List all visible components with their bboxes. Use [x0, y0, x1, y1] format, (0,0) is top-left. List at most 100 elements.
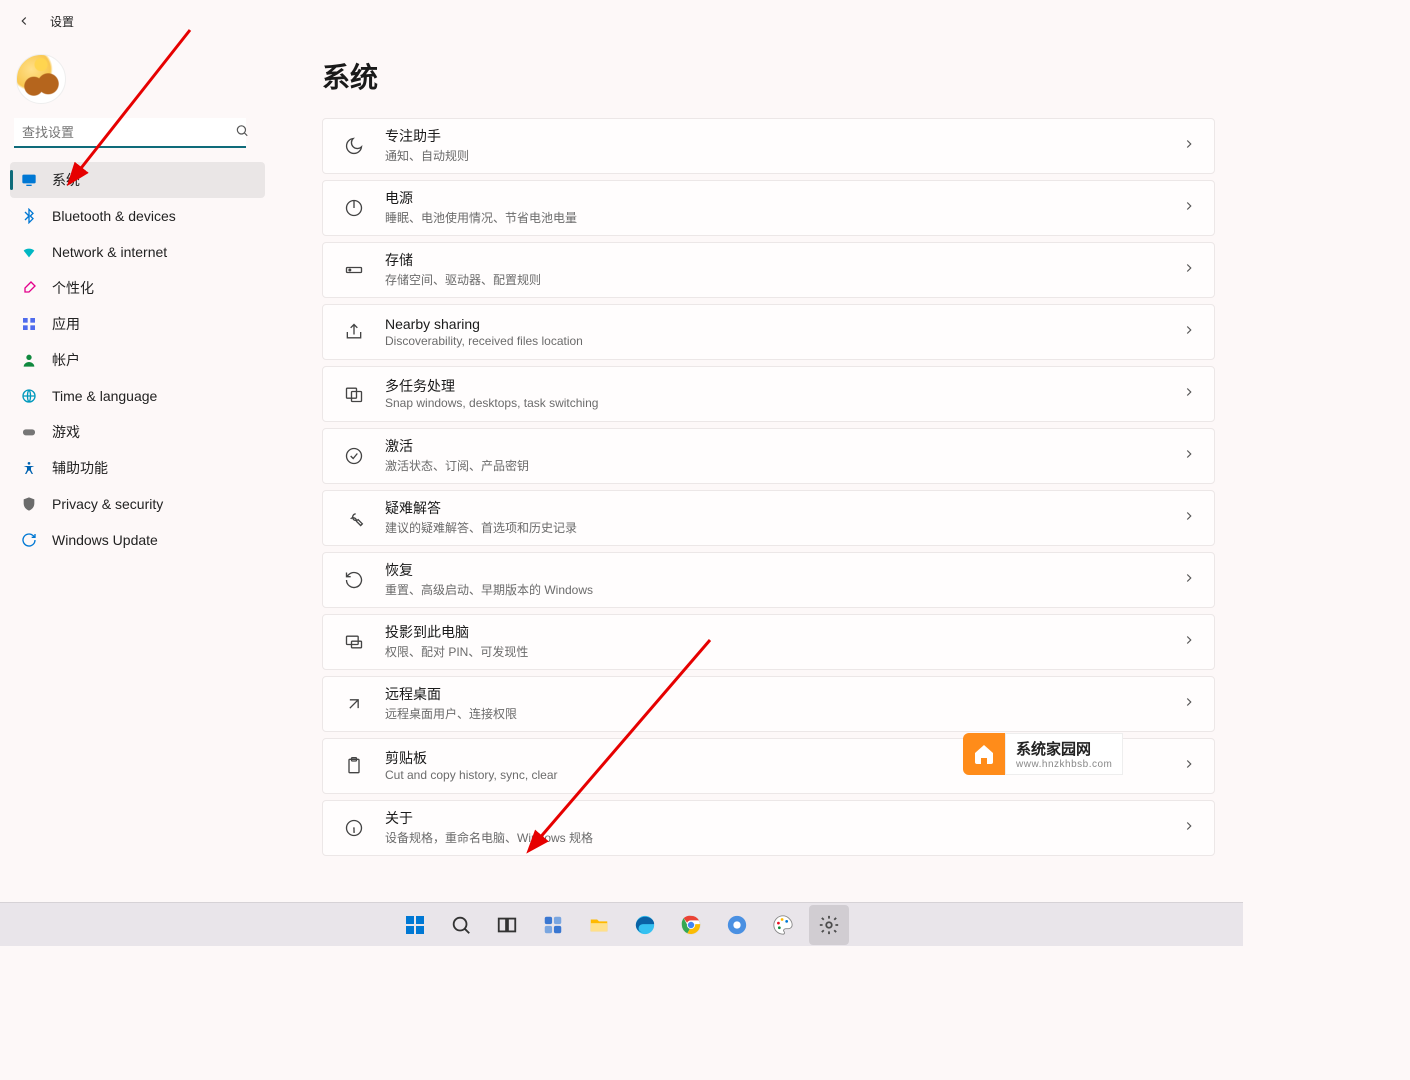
sidebar-item-1[interactable]: Bluetooth & devices: [10, 198, 265, 234]
settings-card-1[interactable]: 电源睡眠、电池使用情况、节省电池电量: [322, 180, 1215, 236]
sidebar-item-label: 游戏: [52, 422, 80, 442]
card-subtitle: Discoverability, received files location: [385, 334, 1182, 348]
sidebar-item-6[interactable]: Time & language: [10, 378, 265, 414]
card-title: 存储: [385, 252, 1182, 269]
chevron-right-icon: [1182, 385, 1196, 404]
settings-card-4[interactable]: 多任务处理Snap windows, desktops, task switch…: [322, 366, 1215, 422]
sidebar-item-label: Network & internet: [52, 244, 167, 260]
settings-card-9[interactable]: 远程桌面远程桌面用户、连接权限: [322, 676, 1215, 732]
sidebar-item-2[interactable]: Network & internet: [10, 234, 265, 270]
sidebar-item-label: Time & language: [52, 388, 157, 404]
chevron-right-icon: [1182, 323, 1196, 342]
sidebar-item-0[interactable]: 系统: [10, 162, 265, 198]
recovery-icon: [341, 570, 367, 590]
info-icon: [341, 818, 367, 838]
card-subtitle: 重置、高级启动、早期版本的 Windows: [385, 581, 1182, 598]
accessibility-icon: [20, 459, 38, 477]
card-subtitle: 存储空间、驱动器、配置规则: [385, 271, 1182, 288]
chrome2-button[interactable]: [717, 905, 757, 945]
gamepad-icon: [20, 423, 38, 441]
card-title: 疑难解答: [385, 500, 1182, 517]
settings-card-5[interactable]: 激活激活状态、订阅、产品密钥: [322, 428, 1215, 484]
sidebar-item-7[interactable]: 游戏: [10, 414, 265, 450]
card-subtitle: Snap windows, desktops, task switching: [385, 396, 1182, 410]
sidebar-item-8[interactable]: 辅助功能: [10, 450, 265, 486]
settings-card-2[interactable]: 存储存储空间、驱动器、配置规则: [322, 242, 1215, 298]
card-title: 远程桌面: [385, 686, 1182, 703]
search-button[interactable]: [441, 905, 481, 945]
taskbar: [0, 902, 1243, 946]
multitask-icon: [341, 384, 367, 404]
card-title: 投影到此电脑: [385, 624, 1182, 641]
project-icon: [341, 632, 367, 652]
settings-card-7[interactable]: 恢复重置、高级启动、早期版本的 Windows: [322, 552, 1215, 608]
card-subtitle: 远程桌面用户、连接权限: [385, 705, 1182, 722]
sidebar-item-label: 个性化: [52, 278, 94, 298]
sidebar-item-5[interactable]: 帐户: [10, 342, 265, 378]
sidebar-item-10[interactable]: Windows Update: [10, 522, 265, 558]
card-title: Nearby sharing: [385, 316, 1182, 333]
share-icon: [341, 322, 367, 342]
card-subtitle: 激活状态、订阅、产品密钥: [385, 457, 1182, 474]
sidebar-item-9[interactable]: Privacy & security: [10, 486, 265, 522]
clipboard-icon: [341, 756, 367, 776]
wrench-icon: [341, 508, 367, 528]
person-icon: [20, 351, 38, 369]
brush-icon: [20, 279, 38, 297]
file-explorer-button[interactable]: [579, 905, 619, 945]
power-icon: [341, 198, 367, 218]
back-button[interactable]: [14, 11, 34, 31]
card-title: 激活: [385, 438, 1182, 455]
widgets-button[interactable]: [533, 905, 573, 945]
profile-section[interactable]: [10, 50, 265, 118]
avatar: [16, 54, 66, 104]
house-icon: [963, 733, 1005, 775]
chevron-right-icon: [1182, 633, 1196, 652]
search-input[interactable]: [14, 118, 246, 148]
card-title: 关于: [385, 810, 1182, 827]
page-title: 系统: [322, 56, 1215, 96]
storage-icon: [341, 260, 367, 280]
settings-card-3[interactable]: Nearby sharingDiscoverability, received …: [322, 304, 1215, 360]
start-button[interactable]: [395, 905, 435, 945]
sidebar-item-label: 帐户: [52, 350, 80, 370]
card-subtitle: 睡眠、电池使用情况、节省电池电量: [385, 209, 1182, 226]
chrome-button[interactable]: [671, 905, 711, 945]
moon-icon: [341, 136, 367, 156]
settings-card-6[interactable]: 疑难解答建议的疑难解答、首选项和历史记录: [322, 490, 1215, 546]
settings-card-11[interactable]: 关于设备规格，重命名电脑、Windows 规格: [322, 800, 1215, 856]
card-title: 专注助手: [385, 128, 1182, 145]
sidebar-item-3[interactable]: 个性化: [10, 270, 265, 306]
settings-card-8[interactable]: 投影到此电脑权限、配对 PIN、可发现性: [322, 614, 1215, 670]
settings-card-0[interactable]: 专注助手通知、自动规则: [322, 118, 1215, 174]
wifi-icon: [20, 243, 38, 261]
task-view-button[interactable]: [487, 905, 527, 945]
watermark-url: www.hnzkhbsb.com: [1016, 759, 1112, 770]
sidebar-item-label: 系统: [52, 170, 80, 190]
chevron-right-icon: [1182, 819, 1196, 838]
edge-button[interactable]: [625, 905, 665, 945]
sidebar-item-label: Privacy & security: [52, 496, 163, 512]
search-icon: [235, 124, 249, 143]
display-icon: [20, 171, 38, 189]
card-title: 电源: [385, 190, 1182, 207]
check-circle-icon: [341, 446, 367, 466]
chevron-right-icon: [1182, 447, 1196, 466]
apps-icon: [20, 315, 38, 333]
chevron-right-icon: [1182, 695, 1196, 714]
sidebar-item-4[interactable]: 应用: [10, 306, 265, 342]
card-title: 恢复: [385, 562, 1182, 579]
card-subtitle: 设备规格，重命名电脑、Windows 规格: [385, 829, 1182, 846]
sidebar-item-label: 应用: [52, 314, 80, 334]
window-title: 设置: [50, 13, 74, 30]
card-title: 多任务处理: [385, 378, 1182, 395]
remote-icon: [341, 694, 367, 714]
settings-button[interactable]: [809, 905, 849, 945]
sidebar-item-label: Windows Update: [52, 532, 158, 548]
card-subtitle: 建议的疑难解答、首选项和历史记录: [385, 519, 1182, 536]
card-subtitle: 通知、自动规则: [385, 147, 1182, 164]
sidebar-item-label: Bluetooth & devices: [52, 208, 176, 224]
paint-button[interactable]: [763, 905, 803, 945]
sidebar-item-label: 辅助功能: [52, 458, 108, 478]
watermark-title: 系统家园网: [1016, 738, 1112, 759]
